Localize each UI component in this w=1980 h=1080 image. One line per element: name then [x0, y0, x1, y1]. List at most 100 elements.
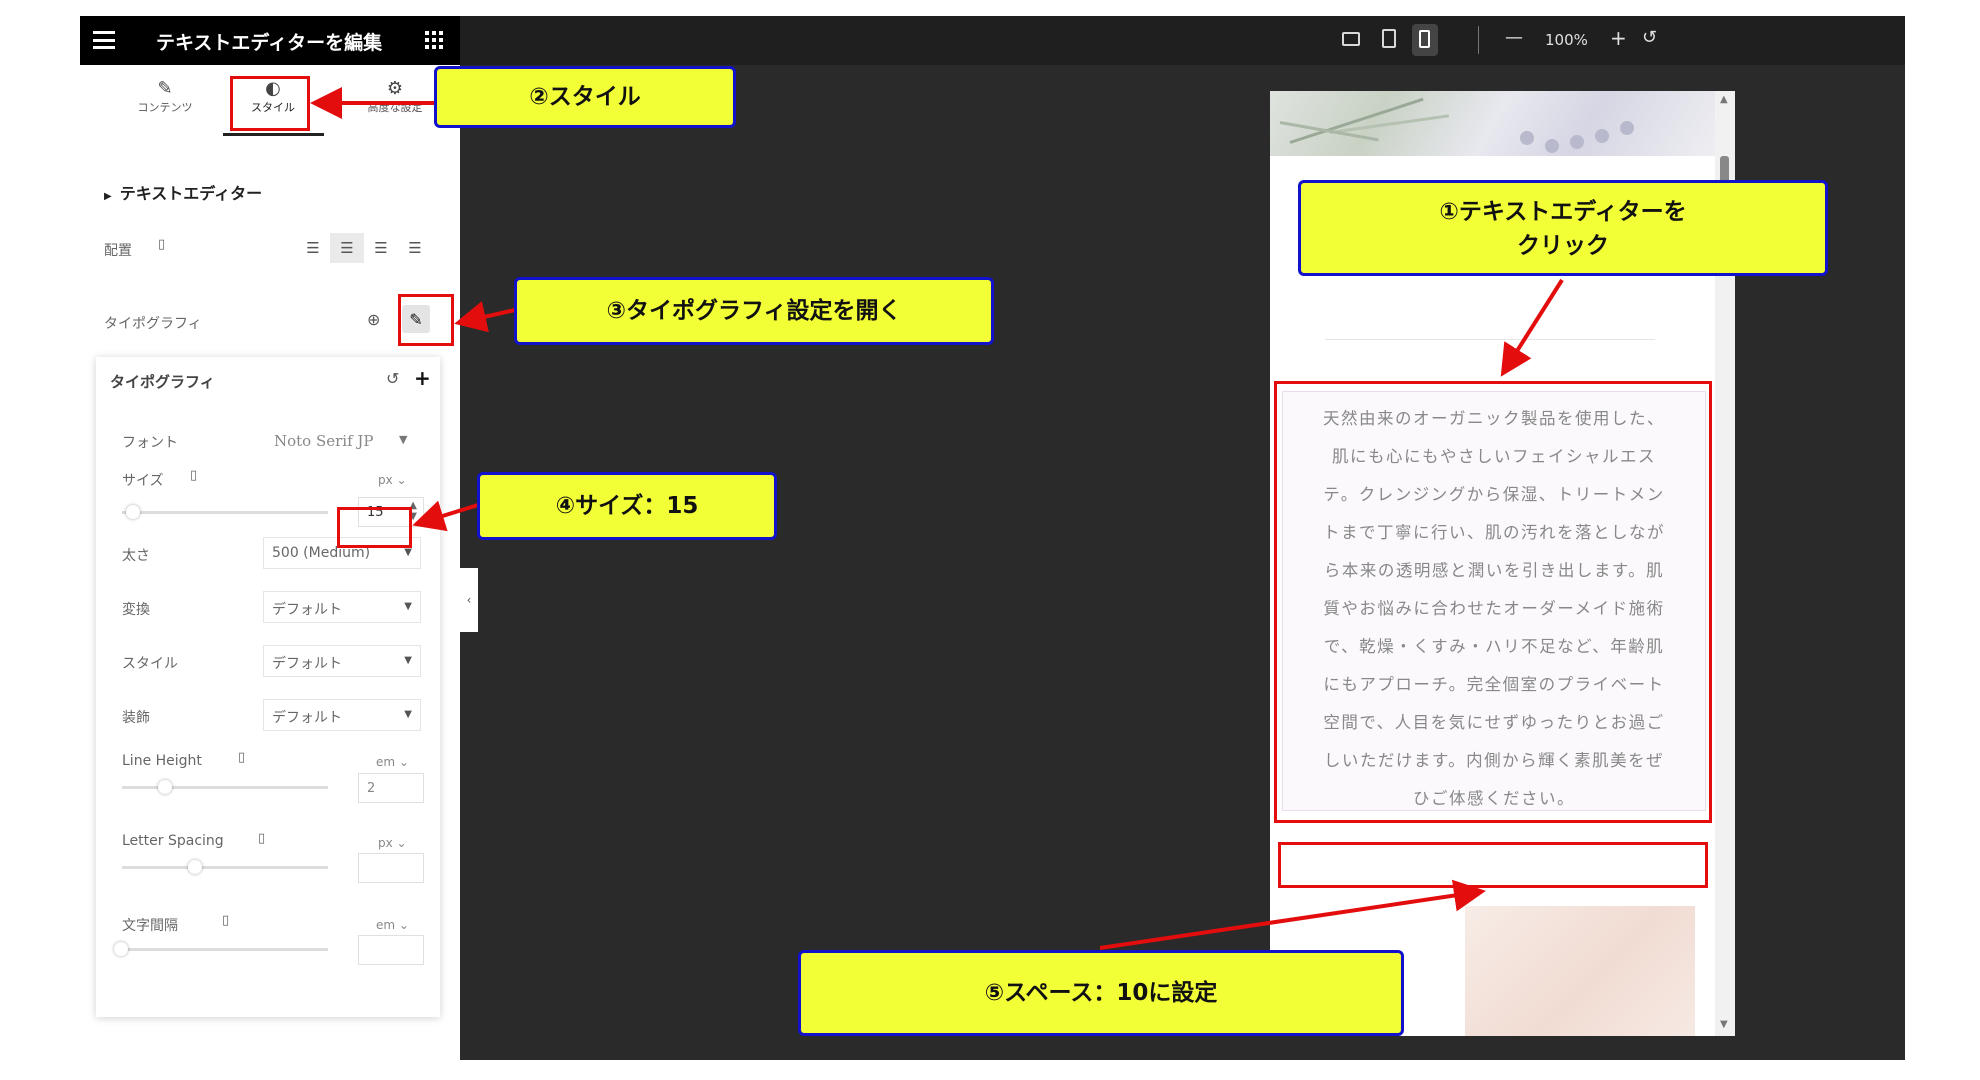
- letter-spacing-unit-label: px: [378, 836, 393, 850]
- collapse-panel-button[interactable]: ‹: [460, 568, 478, 632]
- transform-select[interactable]: デフォルト ▼: [263, 591, 421, 623]
- weight-label: 太さ: [122, 548, 150, 564]
- popover-title: タイポグラフィ: [110, 373, 215, 391]
- letter-spacing-slider-track[interactable]: [122, 866, 328, 869]
- scroll-up-icon[interactable]: ▲: [1720, 94, 1728, 105]
- size-slider-track[interactable]: [122, 511, 328, 514]
- tablet-view-icon[interactable]: [1382, 29, 1396, 48]
- tab-content[interactable]: ✎ コンテンツ: [110, 79, 220, 115]
- header-image: [1270, 91, 1715, 156]
- bead-decoration: [1520, 131, 1534, 145]
- responsive-mobile-icon[interactable]: ▯: [238, 750, 245, 765]
- scroll-down-icon[interactable]: ▼: [1720, 1019, 1728, 1030]
- callout-style-text: ②スタイル: [529, 84, 641, 110]
- font-select[interactable]: Noto Serif JP: [274, 432, 374, 450]
- active-tab-indicator: [223, 133, 324, 136]
- responsive-mobile-icon[interactable]: ▯: [258, 831, 265, 846]
- word-spacing-slider-track[interactable]: [122, 948, 328, 951]
- size-slider-handle[interactable]: [126, 505, 140, 519]
- align-left-icon[interactable]: ☰: [296, 233, 330, 263]
- callout-click-editor-line2: クリック: [1517, 233, 1609, 259]
- style-value: デフォルト: [272, 656, 342, 672]
- top-bar-left: テキストエディターを編集: [80, 16, 460, 65]
- zoom-out-button[interactable]: —: [1505, 27, 1523, 48]
- callout-size-text: ④サイズ：15: [555, 493, 699, 519]
- treatment-image: [1465, 906, 1695, 1036]
- decoration-value: デフォルト: [272, 710, 342, 726]
- responsive-mobile-icon[interactable]: ▯: [158, 237, 165, 252]
- tab-content-label: コンテンツ: [137, 101, 193, 114]
- decoration-label: 装飾: [122, 710, 150, 726]
- caret-right-icon: ▶: [104, 191, 112, 202]
- word-spacing-unit-label: em: [376, 918, 396, 932]
- zoom-in-button[interactable]: +: [1610, 26, 1627, 50]
- apps-grid-icon[interactable]: [425, 31, 443, 49]
- align-justify-icon[interactable]: ☰: [398, 233, 432, 263]
- callout-size: ④サイズ：15: [477, 472, 777, 540]
- transform-value: デフォルト: [272, 602, 342, 618]
- toolbar-divider: [1478, 26, 1479, 54]
- pencil-icon: ✎: [157, 78, 173, 99]
- size-unit[interactable]: px ⌄: [378, 473, 407, 487]
- bead-decoration: [1620, 121, 1634, 135]
- word-spacing-label: 文字間隔: [122, 918, 178, 934]
- chevron-down-icon: ▼: [404, 709, 412, 720]
- tab-advanced-label: 高度な設定: [367, 101, 423, 114]
- align-right-icon[interactable]: ☰: [364, 233, 398, 263]
- style-select[interactable]: デフォルト ▼: [263, 645, 421, 677]
- responsive-mobile-icon[interactable]: ▯: [190, 468, 197, 483]
- chevron-down-icon: ▼: [404, 601, 412, 612]
- letter-spacing-label: Letter Spacing: [122, 833, 224, 849]
- alignment-buttons: ☰ ☰ ☰ ☰: [296, 233, 432, 263]
- letter-spacing-input[interactable]: [358, 853, 424, 883]
- line-height-slider-handle[interactable]: [158, 780, 172, 794]
- reset-icon[interactable]: ↺: [386, 369, 399, 388]
- word-spacing-slider-handle[interactable]: [114, 942, 128, 956]
- divider: [1325, 339, 1655, 340]
- word-spacing-input[interactable]: [358, 935, 424, 965]
- decoration-select[interactable]: デフォルト ▼: [263, 699, 421, 731]
- callout-click-editor: ①テキストエディターを クリック: [1298, 180, 1828, 276]
- page-title: テキストエディターを編集: [156, 32, 383, 54]
- add-icon[interactable]: +: [414, 366, 431, 390]
- bead-decoration: [1595, 129, 1609, 143]
- chevron-down-icon: ▼: [404, 547, 412, 558]
- line-height-unit-label: em: [376, 755, 396, 769]
- callout-open-typography-text: ③タイポグラフィ設定を開く: [606, 298, 902, 324]
- size-input-highlight: [337, 507, 412, 548]
- line-height-slider-track[interactable]: [122, 786, 328, 789]
- reset-zoom-icon[interactable]: ↺: [1642, 27, 1657, 48]
- menu-icon[interactable]: [93, 31, 115, 49]
- style-tab-highlight: [230, 76, 310, 131]
- settings-panel: ✎ コンテンツ ◐ スタイル ⚙ 高度な設定 ▶ テキストエディター 配置 ▯ ☰…: [80, 65, 460, 1060]
- letter-spacing-unit[interactable]: px ⌄: [378, 836, 407, 850]
- responsive-mobile-icon[interactable]: ▯: [222, 913, 229, 928]
- chevron-down-icon: ▼: [404, 655, 412, 666]
- word-spacing-unit[interactable]: em ⌄: [376, 918, 409, 932]
- desktop-view-icon[interactable]: [1342, 32, 1360, 46]
- size-unit-label: px: [378, 473, 393, 487]
- typography-popover: タイポグラフィ ↺ + フォント Noto Serif JP ▼ サイズ ▯ p…: [96, 357, 440, 1017]
- editor-screenshot: テキストエディターを編集 — 100% + ↺ ✎ コンテンツ ◐ スタイル ⚙…: [0, 0, 1980, 1080]
- line-height-unit[interactable]: em ⌄: [376, 755, 409, 769]
- line-height-label: Line Height: [122, 753, 202, 769]
- align-center-icon[interactable]: ☰: [330, 233, 364, 263]
- letter-spacing-slider-handle[interactable]: [188, 860, 202, 874]
- line-height-input[interactable]: 2: [358, 773, 424, 803]
- callout-space: ⑤スペース：10に設定: [798, 950, 1404, 1036]
- section-title: テキストエディター: [119, 184, 263, 203]
- transform-label: 変換: [122, 602, 150, 618]
- callout-style: ②スタイル: [434, 66, 736, 128]
- chevron-down-icon: ▼: [399, 433, 408, 446]
- bead-decoration: [1570, 135, 1584, 149]
- text-editor-highlight: [1274, 381, 1712, 823]
- section-header[interactable]: ▶ テキストエディター: [104, 180, 262, 204]
- globe-icon[interactable]: ⊕: [367, 310, 380, 329]
- callout-open-typography: ③タイポグラフィ設定を開く: [514, 277, 994, 345]
- typography-label: タイポグラフィ: [104, 316, 202, 332]
- align-label: 配置: [104, 243, 132, 259]
- typography-edit-highlight: [398, 294, 454, 346]
- callout-click-editor-line1: ①テキストエディターを: [1439, 199, 1687, 225]
- top-bar: テキストエディターを編集 — 100% + ↺: [80, 16, 1905, 65]
- mobile-view-button[interactable]: [1412, 24, 1438, 56]
